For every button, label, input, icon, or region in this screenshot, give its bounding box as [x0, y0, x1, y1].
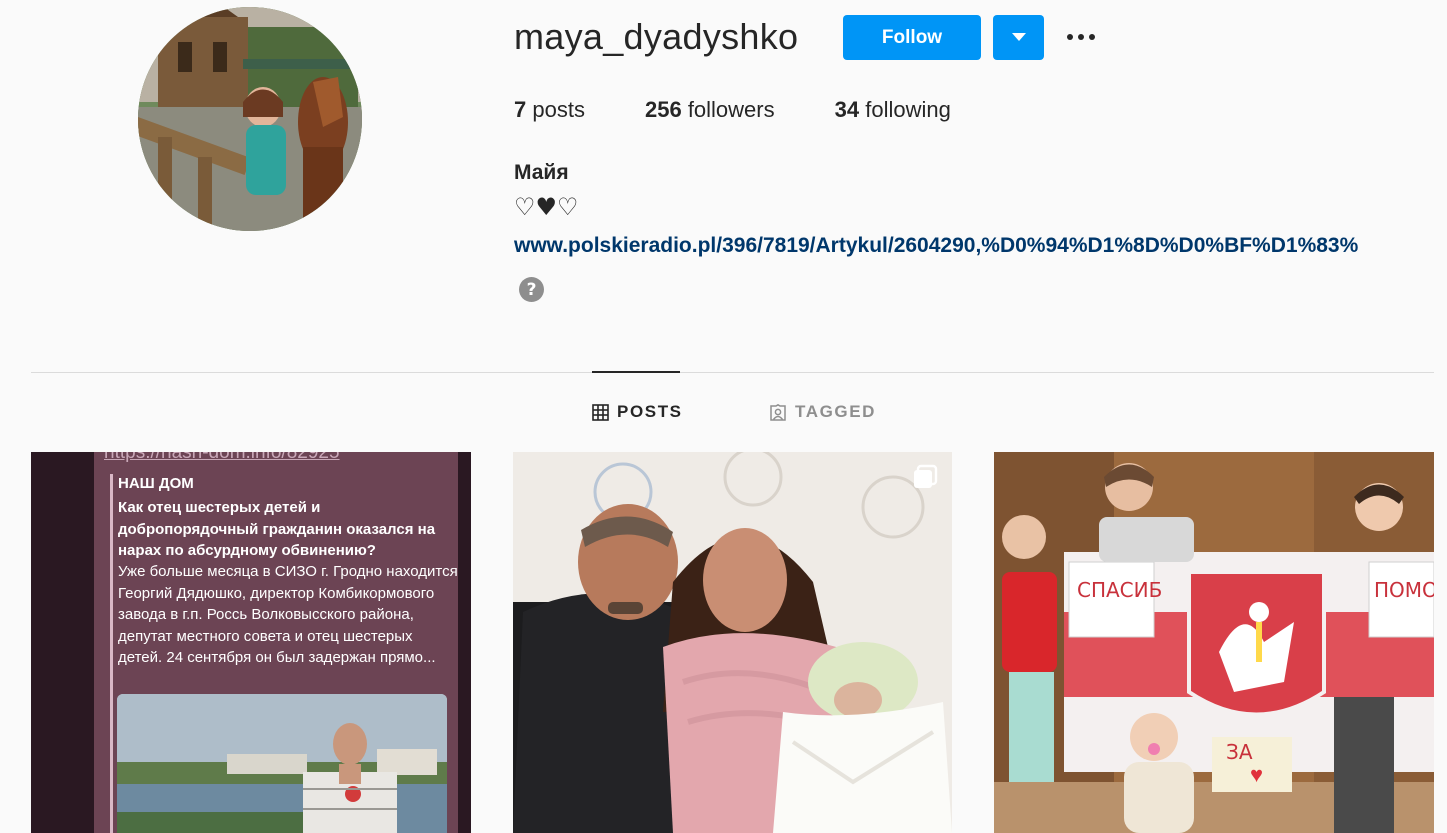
following-count-label: following — [865, 97, 951, 122]
avatar-photo — [138, 7, 362, 231]
posts-count-label: posts — [532, 97, 585, 122]
tabs-divider — [31, 372, 1434, 373]
post-photo — [994, 452, 1434, 833]
sign-left-text: СПАСИБ — [1077, 578, 1163, 602]
post-source-url: https://nash-dom.info/82925 — [104, 452, 340, 463]
followers-count-value: 256 — [644, 97, 682, 122]
more-dot-icon — [1089, 34, 1095, 40]
profile-bio: ♡♥♡ — [514, 193, 579, 221]
following-link[interactable]: 34 following — [835, 97, 951, 123]
post-photo — [513, 452, 952, 833]
tab-posts-label: POSTS — [617, 402, 683, 421]
profile-full-name: Майя — [514, 161, 569, 184]
tab-tagged-label: TAGGED — [795, 402, 877, 421]
tab-posts[interactable]: POSTS — [592, 402, 683, 422]
more-dot-icon — [1067, 34, 1073, 40]
post-thumbnail[interactable]: https://nash-dom.info/82925 НАШ ДОМ Как … — [31, 452, 471, 833]
options-button[interactable] — [1060, 20, 1102, 54]
post-source-name: НАШ ДОМ — [118, 475, 194, 492]
post-thumbnail[interactable] — [513, 452, 952, 833]
following-count-value: 34 — [834, 97, 860, 122]
post-thumbnail[interactable]: СПАСИБ ПОМО ЗА ♥ — [994, 452, 1434, 833]
followers-count-label: followers — [687, 97, 775, 122]
post-preview-photo — [117, 694, 447, 833]
tagged-user-icon — [770, 403, 786, 421]
post-headline: Как отец шестерых детей и добропорядочны… — [118, 499, 436, 559]
posts-count-value: 7 — [514, 97, 527, 122]
followers-link[interactable]: 256 followers — [645, 97, 775, 123]
profile-stats: 7 posts 256 followers 34 following — [514, 97, 1011, 123]
sign-bottom-text: ЗА — [1226, 740, 1253, 764]
post-body-text: Уже больше месяца в СИЗО г. Гродно наход… — [118, 563, 458, 666]
suggested-accounts-button[interactable] — [993, 15, 1044, 60]
help-icon[interactable]: ? — [519, 277, 544, 302]
chevron-down-icon — [1011, 33, 1026, 41]
posts-count: 7 posts — [514, 97, 585, 123]
multi-photo-icon — [912, 464, 938, 495]
grid-icon — [592, 403, 609, 421]
profile-external-link[interactable]: www.polskieradio.pl/396/7819/Artykul/260… — [514, 234, 1358, 258]
profile-avatar[interactable] — [138, 7, 362, 231]
more-dot-icon — [1078, 34, 1084, 40]
tab-tagged[interactable]: TAGGED — [769, 402, 876, 422]
sign-right-text: ПОМО — [1374, 578, 1434, 602]
quote-bar — [110, 474, 113, 833]
profile-username: maya_dyadyshko — [514, 16, 799, 57]
heart-icon: ♥ — [1250, 762, 1264, 787]
profile-page: maya_dyadyshko Follow 7 posts 256 follow… — [0, 0, 1447, 833]
follow-button[interactable]: Follow — [843, 15, 981, 60]
active-tab-indicator — [592, 371, 680, 373]
